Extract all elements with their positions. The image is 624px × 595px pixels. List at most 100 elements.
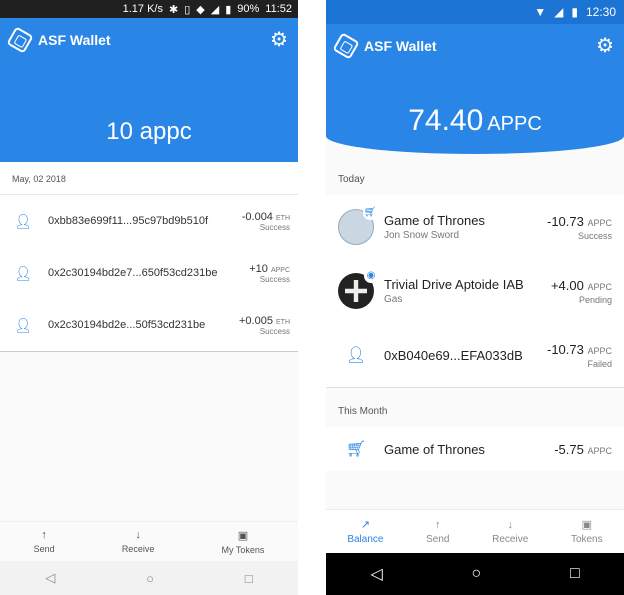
person-icon: 👤︎ [14, 316, 32, 333]
balance-header: ASF Wallet ⚙ 10 appc [0, 18, 298, 162]
arrow-up-icon: ↑ [41, 529, 47, 541]
vibrate-icon: ▯ [184, 3, 191, 16]
arrow-up-icon: ↑ [435, 518, 441, 531]
transaction-value: -10.73 [546, 341, 584, 357]
transaction-row[interactable]: 👤︎ 0xbb83e699f11...95c97bd9b510f -0.004 … [0, 195, 298, 247]
network-speed: 1.17 K/s [122, 3, 163, 15]
trending-up-icon: ↗ [360, 519, 370, 531]
cart-icon: 🛒︎ [363, 206, 377, 220]
transaction-status: Failed [587, 358, 612, 369]
nav-tokens-button[interactable]: ▣ My Tokens [222, 529, 265, 555]
system-navigation: ◁ ○ □ [326, 553, 624, 595]
app-bar: ASF Wallet ⚙ [6, 26, 288, 54]
app-title: ASF Wallet [38, 32, 111, 48]
transaction-row[interactable]: 👤︎ 0x2c30194bd2e...50f53cd231be +0.005 E… [0, 299, 298, 351]
status-bar: 1.17 K/s ✱ ▯ ◆ ◢ ▮ 90% 11:52 [0, 0, 298, 18]
transaction-currency: APPC [587, 345, 612, 356]
signal-icon: ◢ [554, 5, 564, 19]
battery-icon: ▮ [225, 3, 232, 16]
nav-tokens-label: Tokens [570, 534, 603, 545]
battery-level: 90% [237, 3, 260, 15]
transaction-subtitle: Jon Snow Sword [384, 230, 460, 241]
transaction-status: Success [577, 230, 612, 241]
wallet-icon: ▣ [581, 519, 592, 531]
arrow-down-icon: ↓ [507, 518, 513, 531]
clock: 12:30 [585, 5, 616, 19]
wifi-icon: ◆ [196, 3, 205, 16]
transaction-row[interactable]: 👤︎ 0x2c30194bd2e7...650f53cd231be +10 AP… [0, 247, 298, 299]
transaction-value: +4.00 [550, 277, 584, 293]
transaction-currency: APPC [587, 445, 612, 456]
transaction-list: 🛒︎ Game of Thrones Jon Snow Sword -10.73… [326, 195, 624, 387]
transaction-value: -5.75 [554, 441, 584, 457]
transaction-value: -0.004 [241, 210, 273, 223]
nav-receive-button[interactable]: ↓ Receive [492, 519, 528, 545]
nav-receive-button[interactable]: ↓ Receive [122, 529, 155, 554]
transaction-currency: ETH [276, 214, 290, 222]
wallet-icon: ▣ [237, 529, 249, 542]
transaction-list: 🛒︎ Game of Thrones -5.75 APPC [326, 427, 624, 471]
settings-gear-icon[interactable]: ⚙ [596, 36, 614, 56]
section-this-month: This Month [326, 388, 624, 427]
person-icon: 👤︎ [14, 212, 32, 229]
nav-tokens-label: My Tokens [221, 544, 265, 555]
nav-tokens-button[interactable]: ▣ Tokens [571, 518, 603, 545]
transaction-address: 0x2c30194bd2e7...650f53cd231be [48, 267, 218, 279]
right-screen: ▼ ◢ ▮ 12:30 ASF Wallet ⚙ 74.40 APPC Today… [326, 0, 624, 595]
back-icon[interactable]: ◁ [45, 570, 55, 586]
nav-send-button[interactable]: ↑ Send [426, 519, 449, 545]
recents-icon[interactable]: □ [245, 571, 253, 586]
nav-balance-label: Balance [347, 534, 384, 545]
app-bar: ASF Wallet ⚙ [332, 32, 614, 60]
transaction-value: -10.73 [546, 213, 584, 229]
nav-send-label: Send [426, 533, 450, 545]
asf-logo-icon [332, 32, 360, 60]
settings-gear-icon[interactable]: ⚙ [270, 30, 288, 50]
transaction-row[interactable]: 🛒︎ Game of Thrones -5.75 APPC [326, 427, 624, 471]
bottom-navigation: ↗ Balance ↑ Send ↓ Receive ▣ Tokens [326, 509, 624, 553]
battery-icon: ▮ [571, 5, 578, 19]
wifi-icon: ▼ [534, 5, 547, 19]
balance-amount: 74.40 [408, 104, 484, 137]
nav-balance-button[interactable]: ↗ Balance [347, 518, 383, 545]
list-divider [0, 351, 298, 352]
section-today: Today [326, 154, 624, 195]
arrow-down-icon: ↓ [135, 529, 141, 541]
transaction-address: 0xbb83e699f11...95c97bd9b510f [48, 215, 209, 227]
transaction-row[interactable]: ◉ Trivial Drive Aptoide IAB Gas +4.00 AP… [326, 259, 624, 323]
asf-logo-icon [6, 26, 34, 54]
cart-icon: 🛒︎ [345, 441, 367, 458]
date-header: May, 02 2018 [0, 162, 298, 195]
transaction-currency: APPC [587, 217, 612, 228]
nav-send-label: Send [33, 544, 55, 554]
transaction-address: 0x2c30194bd2e...50f53cd231be [48, 319, 206, 331]
app-avatar: ◉ [338, 269, 378, 309]
transaction-title: Game of Thrones [384, 213, 485, 228]
transaction-currency: ETH [276, 318, 290, 326]
transaction-value: +0.005 [238, 314, 273, 327]
transaction-subtitle: Gas [384, 294, 403, 305]
signal-icon: ◢ [210, 3, 220, 16]
transaction-status: Pending [578, 294, 612, 305]
nav-send-button[interactable]: ↑ Send [34, 529, 55, 554]
balance-currency: APPC [487, 113, 542, 135]
transaction-currency: APPC [270, 266, 290, 274]
clock: 11:52 [265, 3, 292, 15]
nav-receive-label: Receive [492, 533, 529, 545]
transaction-title: Game of Thrones [384, 441, 485, 457]
home-icon[interactable]: ○ [146, 571, 154, 586]
transaction-status: Success [259, 326, 290, 336]
home-icon[interactable]: ○ [471, 565, 481, 583]
person-icon: 👤︎ [14, 264, 32, 281]
transaction-list: 👤︎ 0xbb83e699f11...95c97bd9b510f -0.004 … [0, 195, 298, 351]
balance-amount: 10 appc [106, 118, 192, 145]
transaction-row[interactable]: 👤︎ 0xB040e69...EFA033dB -10.73 APPC Fail… [326, 323, 624, 387]
app-title: ASF Wallet [364, 38, 437, 54]
status-bar: ▼ ◢ ▮ 12:30 [326, 0, 624, 24]
back-icon[interactable]: ◁ [370, 564, 382, 584]
recents-icon[interactable]: □ [570, 565, 580, 583]
system-navigation: ◁ ○ □ [0, 561, 298, 595]
transaction-row[interactable]: 🛒︎ Game of Thrones Jon Snow Sword -10.73… [326, 195, 624, 259]
transaction-title: 0xB040e69...EFA033dB [384, 347, 523, 363]
nav-receive-label: Receive [121, 544, 155, 554]
